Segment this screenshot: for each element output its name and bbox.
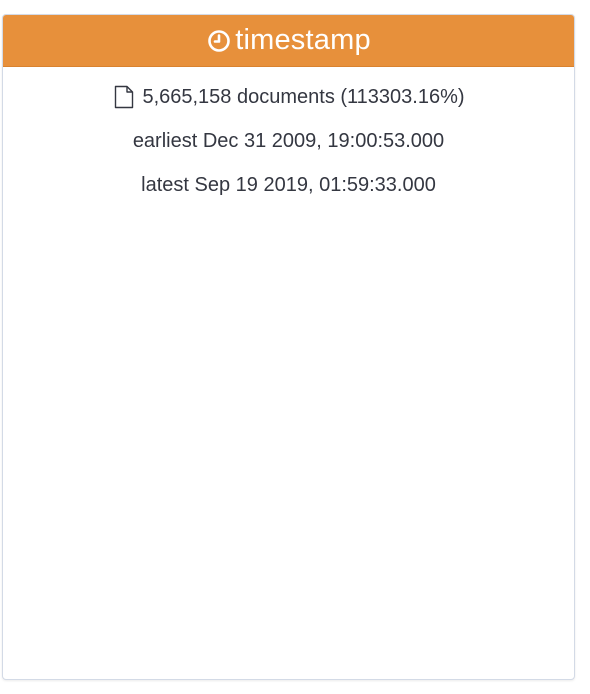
latest-row: latest Sep 19 2019, 01:59:33.000	[3, 172, 574, 216]
documents-row: 5,665,158 documents (113303.16%)	[3, 84, 574, 128]
card-body: 5,665,158 documents (113303.16%) earlies…	[3, 67, 574, 216]
card-title: timestamp	[235, 24, 371, 56]
earliest-label: earliest	[132, 130, 198, 152]
latest-value: Sep 19 2019, 01:59:33.000	[194, 174, 436, 196]
card-header: timestamp	[3, 15, 574, 67]
latest-label: latest	[141, 174, 189, 196]
card-header-content: timestamp	[206, 26, 371, 55]
documents-count: 5,665,158 documents (113303.16%)	[142, 86, 465, 108]
earliest-value: Dec 31 2009, 19:00:53.000	[202, 130, 445, 152]
earliest-row: earliest Dec 31 2009, 19:00:53.000	[3, 128, 574, 172]
clock-icon	[206, 28, 232, 54]
document-icon	[112, 84, 136, 110]
field-stats-card: timestamp 5,665,158 documents (113303.16…	[2, 14, 575, 680]
